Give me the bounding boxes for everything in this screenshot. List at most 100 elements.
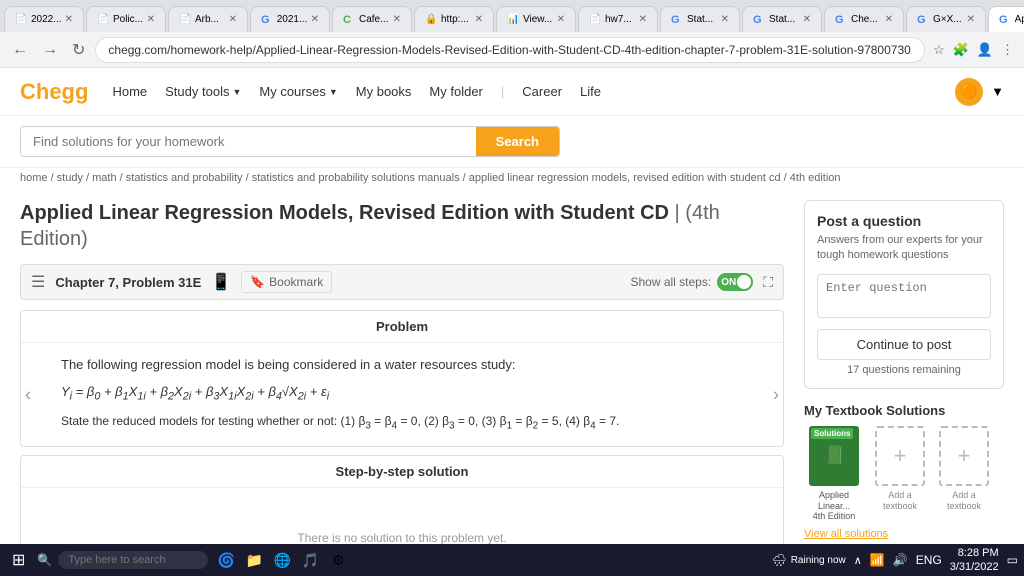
nav-my-folder[interactable]: My folder (429, 84, 482, 99)
tab-10[interactable]: G Stat... ✕ (742, 6, 822, 32)
add-textbook-label-1: Add a textbook (872, 490, 928, 512)
tab-4[interactable]: G 2021... ✕ (250, 6, 330, 32)
tab-close-4[interactable]: ✕ (311, 14, 319, 25)
taskbar: ⊞ 🔍 🌀 📁 🌐 🎵 ⚙ 🌧 Raining now ∧ 📶 🔊 ENG 8:… (0, 544, 1024, 576)
taskbar-explorer-icon[interactable]: 📁 (242, 548, 266, 572)
continue-to-post-button[interactable]: Continue to post (817, 329, 991, 360)
search-input[interactable] (21, 127, 476, 156)
tab-close-5[interactable]: ✕ (393, 14, 401, 25)
tab-5[interactable]: C Cafe... ✕ (332, 6, 412, 32)
textbook-item[interactable]: Solutions 📗 Applied Linear... 4th Editio… (804, 426, 864, 522)
tab-close-12[interactable]: ✕ (967, 14, 975, 25)
reload-button[interactable]: ↻ (68, 36, 89, 64)
avatar-chevron-icon[interactable]: ▼ (991, 84, 1004, 99)
taskbar-chrome-icon[interactable]: 🌐 (270, 548, 294, 572)
address-input[interactable] (95, 37, 925, 63)
network-icon[interactable]: 🌧 (771, 553, 786, 567)
nav-life[interactable]: Life (580, 84, 601, 99)
nav-my-books[interactable]: My books (356, 84, 412, 99)
back-button[interactable]: ← (8, 37, 32, 63)
problem-text: The following regression model is being … (61, 355, 743, 376)
tab-9[interactable]: G Stat... ✕ (660, 6, 740, 32)
tab-close-3[interactable]: ✕ (229, 14, 237, 25)
tab-label-9: Stat... (687, 14, 713, 25)
post-question-title: Post a question (817, 213, 991, 229)
date: 3/31/2022 (950, 560, 999, 574)
tab-close-7[interactable]: ✕ (557, 14, 565, 25)
problem-box: Problem ‹ The following regression model… (20, 310, 784, 447)
tab-12[interactable]: G G×X... ✕ (906, 6, 986, 32)
tab-close-10[interactable]: ✕ (803, 14, 811, 25)
toggle-knob (737, 275, 751, 289)
tab-close-6[interactable]: ✕ (475, 14, 483, 25)
tab-6[interactable]: 🔒 http:... ✕ (414, 6, 494, 32)
tab-close-9[interactable]: ✕ (721, 14, 729, 25)
taskbar-app-icon[interactable]: ⚙ (326, 548, 350, 572)
wifi-icon[interactable]: 📶 (870, 553, 885, 567)
expand-icon[interactable]: ⛶ (763, 274, 773, 291)
start-button[interactable]: ⊞ (6, 546, 31, 574)
textbook-solutions-title: My Textbook Solutions (804, 403, 1004, 418)
user-avatar[interactable]: 🟠 (955, 78, 983, 106)
tab-close-2[interactable]: ✕ (147, 14, 155, 25)
list-view-icon[interactable]: ☰ (31, 272, 45, 292)
extension-icon[interactable]: 🧩 (951, 40, 971, 60)
problem-label: Chapter 7, Problem 31E (55, 275, 201, 290)
taskbar-spotify-icon[interactable]: 🎵 (298, 548, 322, 572)
bookmark-button[interactable]: 🔖 Bookmark (241, 271, 332, 293)
tab-8[interactable]: 📄 hw7... ✕ (578, 6, 658, 32)
taskbar-cortana-icon[interactable]: 🌀 (214, 548, 238, 572)
address-bar-container: ← → ↻ ☆ 🧩 👤 ⋮ (0, 32, 1024, 68)
add-textbook-button-2[interactable]: + Add a textbook (936, 426, 992, 512)
chegg-logo[interactable]: Chegg (20, 79, 88, 105)
tab-label-11: Che... (851, 14, 878, 25)
tab-label-3: Arb... (195, 14, 219, 25)
problem-state-text: State the reduced models for testing whe… (61, 412, 743, 434)
bookmark-star-icon[interactable]: ☆ (931, 40, 947, 60)
tab-label-7: View... (523, 14, 552, 25)
tab-13[interactable]: G Apps... ✕ (988, 6, 1024, 32)
tab-7[interactable]: 📊 View... ✕ (496, 6, 576, 32)
profile-icon[interactable]: 👤 (975, 40, 995, 60)
bookmark-icon: 🔖 (250, 275, 265, 289)
sidebar: Post a question Answers from our experts… (804, 200, 1004, 564)
browser-tabs: 📄 2022... ✕ 📄 Polic... ✕ 📄 Arb... ✕ G 20… (0, 0, 1024, 32)
tab-close-11[interactable]: ✕ (885, 14, 893, 25)
nav-home[interactable]: Home (112, 84, 147, 99)
add-textbook-button-1[interactable]: + Add a textbook (872, 426, 928, 512)
problem-prev-arrow[interactable]: ‹ (25, 380, 31, 409)
tab-close-8[interactable]: ✕ (639, 14, 647, 25)
system-tray-text: Raining now (791, 555, 846, 566)
volume-icon[interactable]: 🔊 (893, 553, 908, 567)
tab-label-12: G×X... (933, 14, 962, 25)
taskbar-search-input[interactable] (58, 551, 208, 569)
book-title: Applied Linear Regression Models, Revise… (20, 200, 784, 252)
tab-1[interactable]: 📄 2022... ✕ (4, 6, 84, 32)
problem-content-area: ‹ The following regression model is bein… (21, 343, 783, 446)
nav-study-tools[interactable]: Study tools ▼ (165, 84, 241, 99)
tab-2[interactable]: 📄 Polic... ✕ (86, 6, 166, 32)
tab-label-10: Stat... (769, 14, 795, 25)
view-all-solutions-link[interactable]: View all solutions (804, 528, 1004, 540)
search-button[interactable]: Search (476, 127, 559, 156)
main-content: Applied Linear Regression Models, Revise… (20, 200, 784, 564)
nav-my-courses[interactable]: My courses ▼ (259, 84, 337, 99)
tab-3[interactable]: 📄 Arb... ✕ (168, 6, 248, 32)
tab-close-1[interactable]: ✕ (65, 14, 73, 25)
mobile-preview-icon[interactable]: 📱 (211, 272, 231, 292)
tab-11[interactable]: G Che... ✕ (824, 6, 904, 32)
show-steps-toggle[interactable]: ON (717, 273, 753, 291)
show-desktop-icon[interactable]: ▭ (1007, 553, 1018, 567)
problem-equation: Yi = β0 + β1X1i + β2X2i + β3X1iX2i + β4√… (61, 382, 743, 406)
book-cover-icon: 📗 (823, 445, 845, 466)
nav-divider: | (501, 84, 504, 99)
taskbar-up-arrow[interactable]: ∧ (854, 554, 862, 567)
menu-icon[interactable]: ⋮ (999, 40, 1016, 60)
forward-button[interactable]: → (38, 37, 62, 63)
question-input[interactable] (817, 274, 991, 318)
taskbar-pinned-icons: 🌀 📁 🌐 🎵 ⚙ (214, 548, 350, 572)
clock[interactable]: 8:28 PM 3/31/2022 (950, 546, 999, 575)
post-question-box: Post a question Answers from our experts… (804, 200, 1004, 389)
nav-career[interactable]: Career (522, 84, 562, 99)
problem-next-arrow[interactable]: › (773, 380, 779, 409)
